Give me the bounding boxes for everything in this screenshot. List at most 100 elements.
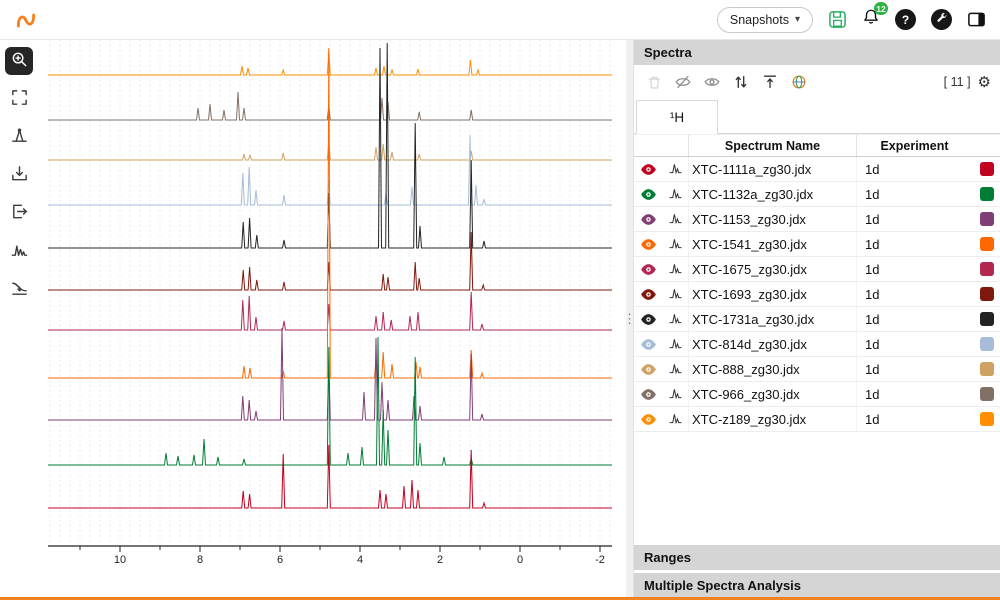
- spectrum-visibility-eye-icon[interactable]: [640, 238, 657, 251]
- spectrum-row[interactable]: XTC-1731a_zg30.jdx 1d: [634, 307, 1000, 332]
- panel-resize-handle[interactable]: ⋮: [626, 40, 633, 597]
- spectrum-row[interactable]: XTC-z189_zg30.jdx 1d: [634, 407, 1000, 432]
- spectrum-visibility-eye-icon[interactable]: [640, 288, 657, 301]
- spectrum-row[interactable]: XTC-1153_zg30.jdx 1d: [634, 207, 1000, 232]
- spectrum-type-icon: [669, 237, 682, 252]
- export-icon: [10, 202, 29, 224]
- spectra-section-header[interactable]: Spectra: [634, 40, 1000, 65]
- spectrum-row[interactable]: XTC-1132a_zg30.jdx 1d: [634, 182, 1000, 207]
- spectrum-name: XTC-1111a_zg30.jdx: [688, 157, 856, 181]
- spectrum-color-swatch[interactable]: [980, 287, 994, 301]
- nucleus-tab-bar: ¹H: [634, 99, 1000, 134]
- spectrum-experiment: 1d: [856, 257, 972, 281]
- right-panel: Spectra: [633, 40, 1000, 597]
- import-icon: [10, 164, 29, 186]
- spectrum-name: XTC-1132a_zg30.jdx: [688, 182, 856, 206]
- spectra-chart[interactable]: 1086420-2: [38, 40, 624, 566]
- snapshots-label: Snapshots: [730, 13, 789, 27]
- tab-1h[interactable]: ¹H: [636, 100, 718, 134]
- snapshots-button[interactable]: Snapshots ▾: [717, 7, 813, 33]
- recolor-spectra-globe-button[interactable]: [788, 71, 810, 93]
- spectrum-row[interactable]: XTC-966_zg30.jdx 1d: [634, 382, 1000, 407]
- spectrum-name: XTC-966_zg30.jdx: [688, 382, 856, 406]
- spectrum-color-swatch[interactable]: [980, 187, 994, 201]
- notification-badge: 12: [874, 2, 888, 15]
- baseline-correction-tool-button[interactable]: [5, 275, 33, 303]
- tools-sidebar: [0, 40, 38, 564]
- export-tool-button[interactable]: [5, 199, 33, 227]
- spectrum-color-swatch[interactable]: [980, 362, 994, 376]
- spectrum-color-swatch[interactable]: [980, 412, 994, 426]
- ranges-section-header[interactable]: Ranges: [634, 545, 1000, 570]
- svg-text:10: 10: [114, 554, 126, 566]
- show-all-spectra-button[interactable]: [701, 71, 723, 93]
- spectrum-type-icon: [669, 412, 682, 427]
- chevron-down-icon: ▾: [795, 14, 800, 25]
- delete-spectra-button[interactable]: [643, 71, 665, 93]
- spectrum-color-swatch[interactable]: [980, 237, 994, 251]
- spectrum-experiment: 1d: [856, 407, 972, 431]
- spectrum-row[interactable]: XTC-1693_zg30.jdx 1d: [634, 282, 1000, 307]
- header-experiment[interactable]: Experiment: [856, 135, 972, 156]
- mini-spectrum-icon: [10, 240, 29, 262]
- align-spectra-top-button[interactable]: [759, 71, 781, 93]
- peak-icon: [10, 126, 29, 148]
- msa-section-title: Multiple Spectra Analysis: [644, 578, 801, 593]
- nmrium-logo: [14, 8, 38, 32]
- spectrum-type-icon: [669, 312, 682, 327]
- spectrum-visibility-eye-icon[interactable]: [640, 263, 657, 276]
- spectra-settings-gear-icon[interactable]: ⚙: [978, 75, 991, 90]
- spectrum-type-icon: [669, 387, 682, 402]
- peak-picking-tool-button[interactable]: [5, 123, 33, 151]
- spectrum-visibility-eye-icon[interactable]: [640, 363, 657, 376]
- spectrum-experiment: 1d: [856, 357, 972, 381]
- spectrum-color-swatch[interactable]: [980, 212, 994, 226]
- svg-text:2: 2: [437, 554, 443, 566]
- help-button[interactable]: ?: [895, 9, 916, 30]
- top-bar: Snapshots ▾ 12 ?: [0, 0, 1000, 40]
- panel-layout-button[interactable]: [967, 10, 986, 29]
- spectrum-type-icon: [669, 212, 682, 227]
- ranges-section-title: Ranges: [644, 550, 691, 565]
- hide-all-spectra-button[interactable]: [672, 71, 694, 93]
- spectrum-name: XTC-1675_zg30.jdx: [688, 257, 856, 281]
- question-icon: ?: [902, 13, 909, 27]
- save-icon[interactable]: [828, 10, 847, 29]
- spectrum-row[interactable]: XTC-1541_zg30.jdx 1d: [634, 232, 1000, 257]
- expand-zoom-out-tool-button[interactable]: [5, 85, 33, 113]
- spectrum-type-icon: [669, 162, 682, 177]
- spectrum-visibility-eye-icon[interactable]: [640, 188, 657, 201]
- svg-text:4: 4: [357, 554, 363, 566]
- spectrum-visibility-eye-icon[interactable]: [640, 338, 657, 351]
- spectrum-name: XTC-1693_zg30.jdx: [688, 282, 856, 306]
- spectrum-experiment: 1d: [856, 332, 972, 356]
- spectrum-experiment: 1d: [856, 157, 972, 181]
- spectrum-color-swatch[interactable]: [980, 337, 994, 351]
- spectrum-color-swatch[interactable]: [980, 162, 994, 176]
- import-tool-button[interactable]: [5, 161, 33, 189]
- spectra-count-label: [ 11 ]: [944, 75, 971, 89]
- spectrum-visibility-eye-icon[interactable]: [640, 213, 657, 226]
- spectrum-visibility-eye-icon[interactable]: [640, 413, 657, 426]
- rearrange-spectra-button[interactable]: [730, 71, 752, 93]
- multiple-spectra-analysis-section-header[interactable]: Multiple Spectra Analysis: [634, 573, 1000, 597]
- spectrum-row[interactable]: XTC-1111a_zg30.jdx 1d: [634, 157, 1000, 182]
- settings-wrench-button[interactable]: [931, 9, 952, 30]
- spectrum-row[interactable]: XTC-1675_zg30.jdx 1d: [634, 257, 1000, 282]
- spectrum-color-swatch[interactable]: [980, 262, 994, 276]
- spectra-plot-svg[interactable]: 1086420-2: [38, 40, 624, 566]
- ranges-tool-button[interactable]: [5, 237, 33, 265]
- spectrum-visibility-eye-icon[interactable]: [640, 388, 657, 401]
- notifications-button[interactable]: 12: [862, 8, 880, 31]
- spectrum-row[interactable]: XTC-814d_zg30.jdx 1d: [634, 332, 1000, 357]
- spectrum-color-swatch[interactable]: [980, 312, 994, 326]
- spectrum-visibility-eye-icon[interactable]: [640, 313, 657, 326]
- spectrum-experiment: 1d: [856, 307, 972, 331]
- spectrum-type-icon: [669, 337, 682, 352]
- header-spectrum-name[interactable]: Spectrum Name: [688, 135, 856, 156]
- spectrum-color-swatch[interactable]: [980, 387, 994, 401]
- zoom-tool-button[interactable]: [5, 47, 33, 75]
- spectrum-row[interactable]: XTC-888_zg30.jdx 1d: [634, 357, 1000, 382]
- spectrum-visibility-eye-icon[interactable]: [640, 163, 657, 176]
- spectrum-name: XTC-1731a_zg30.jdx: [688, 307, 856, 331]
